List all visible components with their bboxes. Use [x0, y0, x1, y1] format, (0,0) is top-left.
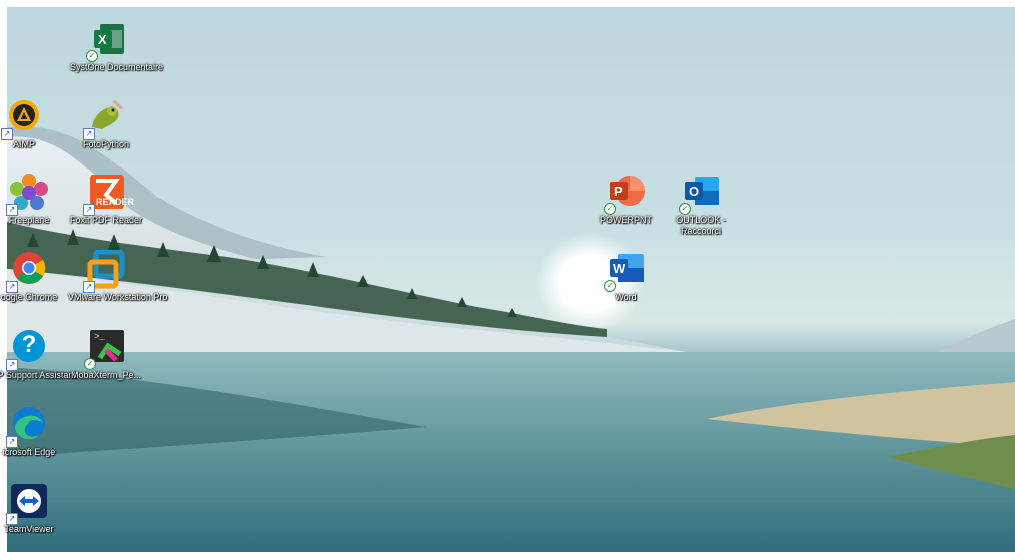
question-mark-glyph: ?	[21, 331, 37, 358]
chrome-icon: ↗	[6, 250, 49, 293]
python-icon: ↗	[83, 97, 126, 140]
desktop-icon-mobaxterm[interactable]: >_ ✓ MobaXterm_Pe...	[68, 328, 144, 381]
freeplane-icon: ↗	[6, 173, 49, 216]
word-letter: W	[613, 261, 626, 276]
shortcut-arrow-icon: ↗	[83, 281, 95, 293]
excel-icon: X ✓	[86, 20, 128, 62]
mobaxterm-icon: >_ ✓	[84, 328, 126, 370]
icon-label: Foxit PDF Reader	[69, 215, 143, 225]
desktop-icon-fotopython[interactable]: ↗ FotoPython	[68, 97, 144, 150]
icon-label: Freeplane	[8, 215, 50, 225]
cloud-synced-icon: ✓	[86, 50, 98, 62]
desktop-icon-outlook[interactable]: O ✓ OUTLOOK - Raccourci	[663, 173, 739, 237]
vmware-icon: ↗	[83, 249, 126, 293]
shortcut-arrow-icon: ↗	[6, 204, 18, 216]
desktop-icon-hp-support-assistant[interactable]: ? ↗ HP Support Assistant	[0, 328, 76, 381]
desktop-icon-aimp[interactable]: ↗ AIMP	[0, 97, 62, 150]
aimp-icon: ↗	[1, 97, 44, 140]
icon-label: TeamViewer	[4, 524, 54, 534]
desktop-icon-systone-documentaire[interactable]: X ✓ SystOne Documentaire	[70, 20, 164, 73]
cloud-synced-icon: ✓	[679, 203, 691, 215]
icon-label: FotoPython	[82, 139, 130, 149]
desktop-icon-vmware-workstation[interactable]: ↗ VMware Workstation Pro	[68, 249, 168, 303]
landscape-illustration	[7, 126, 1015, 552]
cloud-synced-icon: ✓	[84, 358, 96, 370]
icon-label: AIMP	[12, 139, 35, 149]
shortcut-arrow-icon: ↗	[6, 436, 18, 448]
icon-label: VMware Workstation Pro	[68, 292, 168, 302]
desktop-icon-microsoft-edge[interactable]: ↗ icrosoft Edge	[0, 405, 67, 458]
desktop-icon-powerpoint[interactable]: P ✓ POWERPNT	[588, 173, 664, 226]
desktop-icon-foxit-pdf-reader[interactable]: READER ↗ Foxit PDF Reader	[68, 173, 144, 226]
edge-icon: ↗	[6, 405, 49, 448]
desktop-icon-google-chrome[interactable]: ↗ oogle Chrome	[0, 250, 67, 303]
icon-label: HP Support Assistant	[0, 370, 76, 380]
shortcut-arrow-icon: ↗	[6, 281, 18, 293]
foxit-pdf-icon: READER ↗	[83, 173, 134, 216]
shortcut-arrow-icon: ↗	[6, 359, 18, 371]
terminal-prompt-glyph: >_	[94, 332, 105, 342]
icon-label: icrosoft Edge	[2, 447, 56, 457]
icon-label: OUTLOOK - Raccourci	[676, 215, 726, 236]
teamviewer-icon: ↗	[6, 482, 49, 525]
shortcut-arrow-icon: ↗	[6, 513, 18, 525]
cloud-synced-icon: ✓	[604, 280, 616, 292]
desktop-icon-freeplane[interactable]: ↗ Freeplane	[0, 173, 67, 226]
powerpoint-letter: P	[614, 184, 623, 199]
foxit-wordmark: READER	[96, 197, 135, 207]
icon-label: oogle Chrome	[0, 292, 58, 302]
hp-support-icon: ? ↗	[6, 328, 49, 371]
icon-label: POWERPNT	[599, 215, 652, 225]
desktop-wallpaper	[7, 7, 1015, 552]
powerpoint-icon: P ✓	[604, 173, 646, 215]
desktop-icon-teamviewer[interactable]: ↗ TeamViewer	[0, 482, 67, 535]
icon-label: MobaXterm_Pe...	[70, 370, 142, 380]
icon-label: Word	[615, 292, 637, 302]
outlook-letter: O	[689, 184, 700, 199]
shortcut-arrow-icon: ↗	[83, 204, 95, 216]
cloud-synced-icon: ✓	[604, 203, 616, 215]
shortcut-arrow-icon: ↗	[83, 128, 95, 140]
desktop-icon-word[interactable]: W ✓ Word	[588, 250, 664, 303]
word-icon: W ✓	[604, 250, 646, 292]
outlook-icon: O ✓	[679, 173, 721, 215]
excel-letter: X	[98, 32, 107, 47]
icon-label: SystOne Documentaire	[70, 62, 164, 72]
shortcut-arrow-icon: ↗	[1, 128, 13, 140]
